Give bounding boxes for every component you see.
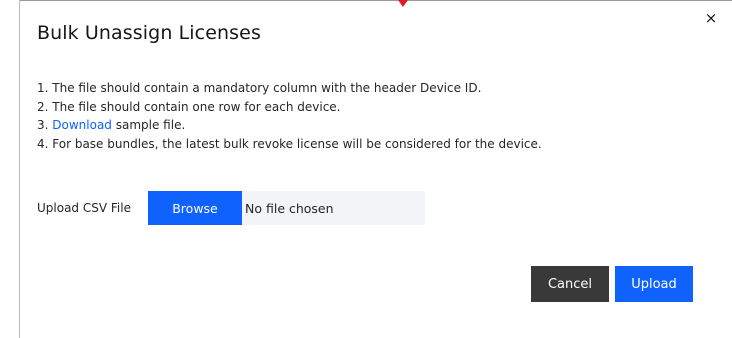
upload-button[interactable]: Upload <box>615 266 693 302</box>
modal-top-border <box>19 0 732 4</box>
bulk-unassign-modal: × Bulk Unassign Licenses 1. The file sho… <box>0 0 732 338</box>
instruction-suffix: sample file. <box>111 118 186 132</box>
close-icon[interactable]: × <box>700 8 722 28</box>
instruction-prefix: 3. <box>37 118 53 132</box>
file-upload-field[interactable]: Browse No file chosen <box>148 191 425 225</box>
modal-title: Bulk Unassign Licenses <box>37 22 261 44</box>
caret-down-icon <box>398 0 408 7</box>
upload-csv-label: Upload CSV File <box>37 201 131 215</box>
browse-button[interactable]: Browse <box>148 191 242 225</box>
cancel-button[interactable]: Cancel <box>531 266 609 302</box>
download-link[interactable]: Download <box>52 118 112 132</box>
file-status-text: No file chosen <box>245 200 334 216</box>
instruction-item: 4. For base bundles, the latest bulk rev… <box>37 136 542 151</box>
instruction-item: 3. Download sample file. <box>37 116 542 135</box>
instructions-list: 1. The file should contain a mandatory c… <box>37 79 542 153</box>
instruction-item: 2. The file should contain one row for e… <box>37 99 341 114</box>
modal-left-border <box>19 0 20 338</box>
instruction-item: 1. The file should contain a mandatory c… <box>37 81 482 95</box>
